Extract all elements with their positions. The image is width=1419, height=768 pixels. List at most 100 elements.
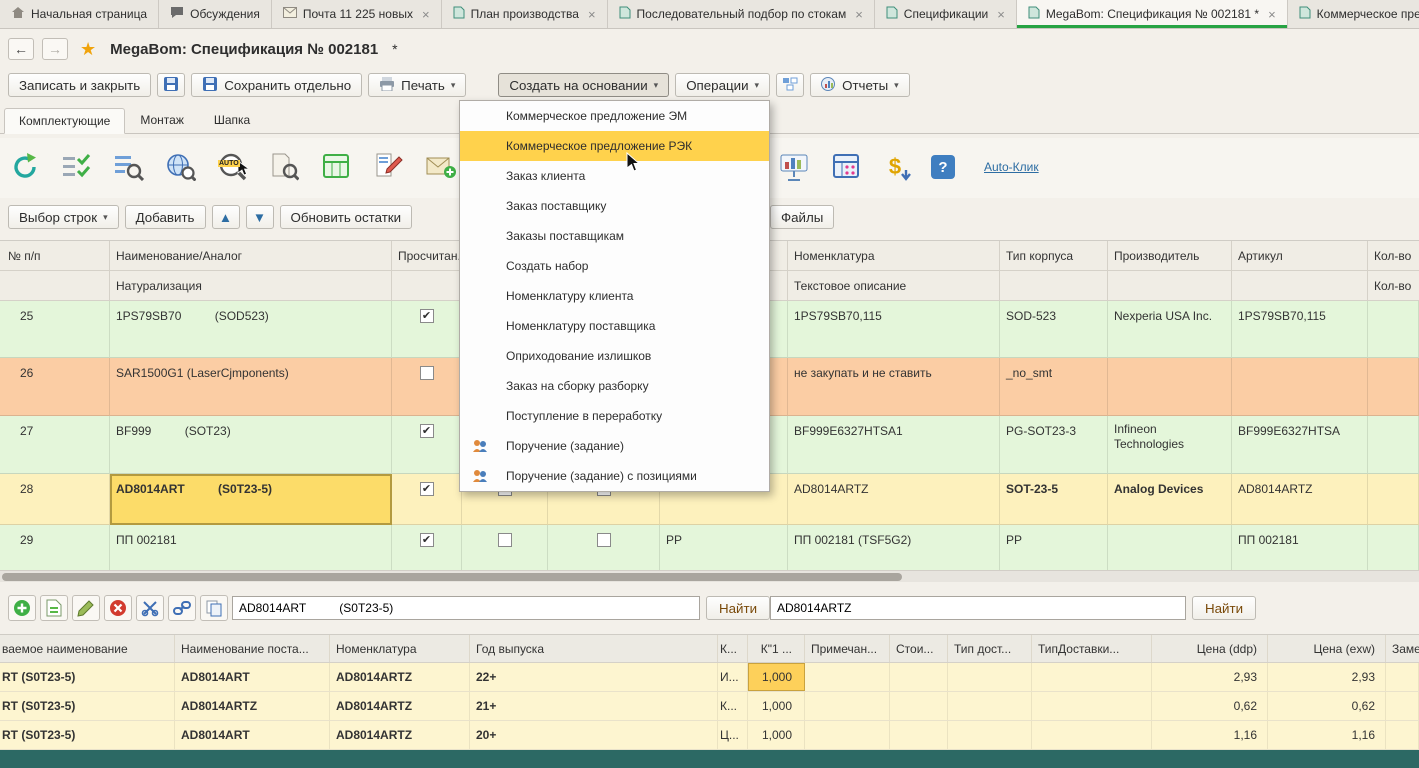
cell-replacement[interactable] (1386, 721, 1419, 749)
cell-delivery-type-2[interactable] (1032, 692, 1152, 720)
cell-flag-1[interactable] (462, 525, 548, 571)
tab-mail[interactable]: Почта 11 225 новых × (272, 0, 442, 28)
refresh-stocks-button[interactable]: Обновить остатки (280, 205, 413, 229)
cell-nomenclature[interactable]: AD8014ARTZ (330, 721, 470, 749)
close-icon[interactable]: × (422, 8, 430, 21)
col-header-supplier-name[interactable]: Наименование поста... (175, 635, 330, 662)
close-icon[interactable]: × (1268, 8, 1276, 21)
find-button-1[interactable]: Найти (706, 596, 770, 620)
cell-price-ddp[interactable]: 0,62 (1152, 692, 1268, 720)
cell-delivery-type[interactable] (948, 663, 1032, 691)
menu-item-create-set[interactable]: Создать набор (460, 251, 769, 281)
tab-discussions[interactable]: Обсуждения (159, 0, 272, 28)
cell-requested-name[interactable]: RT (S0T23-5) (0, 721, 175, 749)
checkbox[interactable] (420, 366, 434, 380)
files-button[interactable]: Файлы (770, 205, 834, 229)
col-header-name[interactable]: Наименование/Аналог (110, 241, 392, 270)
col-subheader[interactable] (1108, 271, 1232, 300)
cell-price-ddp[interactable]: 1,16 (1152, 721, 1268, 749)
menu-item-supplier-orders[interactable]: Заказы поставщикам (460, 221, 769, 251)
menu-item-supplier-nomenclature[interactable]: Номенклатуру поставщика (460, 311, 769, 341)
cell-name-selected[interactable]: AD8014ART (S0T23-5) (110, 474, 392, 525)
cell-note[interactable] (805, 663, 890, 691)
cell-manufacturer[interactable]: Analog Devices (1108, 474, 1232, 525)
horizontal-scrollbar[interactable] (0, 570, 1419, 582)
cell-case-type[interactable]: PP (1000, 525, 1108, 571)
cell-calculated[interactable]: ✔ (392, 474, 462, 525)
cell-k1[interactable]: 1,000 (748, 692, 805, 720)
col-header-num[interactable]: № п/п (0, 241, 110, 270)
cell-article[interactable] (1232, 358, 1368, 416)
cell-case-type[interactable]: PG-SOT23-3 (1000, 416, 1108, 474)
cell-year[interactable]: 22+ (470, 663, 718, 691)
col-subheader[interactable] (0, 271, 110, 300)
cell-qty[interactable] (1368, 474, 1419, 525)
col-header-article[interactable]: Артикул (1232, 241, 1368, 270)
cell-extra[interactable]: PP (660, 525, 788, 571)
menu-item-customer-order[interactable]: Заказ клиента (460, 161, 769, 191)
cell-supplier-name[interactable]: AD8014ART (175, 721, 330, 749)
cell-nomenclature[interactable]: не закупать и не ставить (788, 358, 1000, 416)
cell-k1[interactable]: 1,000 (748, 721, 805, 749)
cell-article[interactable]: ПП 002181 (1232, 525, 1368, 571)
move-up-button[interactable]: ▲ (212, 205, 240, 229)
cell-requested-name[interactable]: RT (S0T23-5) (0, 692, 175, 720)
tab-production-plan[interactable]: План производства × (442, 0, 608, 28)
save-button[interactable] (157, 73, 185, 97)
col-subheader[interactable] (1232, 271, 1368, 300)
cell-nomenclature[interactable]: AD8014ARTZ (330, 692, 470, 720)
col-subheader-qty[interactable]: Кол-во (1368, 271, 1419, 300)
checkbox[interactable]: ✔ (420, 309, 434, 323)
tab-montage[interactable]: Монтаж (125, 107, 199, 133)
checkbox[interactable]: ✔ (420, 424, 434, 438)
close-icon[interactable]: × (855, 8, 863, 21)
edit-document-icon[interactable] (372, 146, 406, 188)
cell-case-type[interactable]: _no_smt (1000, 358, 1108, 416)
cell-year[interactable]: 20+ (470, 721, 718, 749)
auto-search-icon[interactable]: AUTO (216, 146, 250, 188)
col-header-case-type[interactable]: Тип корпуса (1000, 241, 1108, 270)
cell-cost[interactable] (890, 721, 948, 749)
col-header-requested-name[interactable]: ваемое наименование (0, 635, 175, 662)
col-header-nomenclature[interactable]: Номенклатура (788, 241, 1000, 270)
table-row-29[interactable]: 29 ПП 002181 ✔ PP ПП 002181 (TSF5G2) PP … (0, 525, 1419, 571)
cell-price-ddp[interactable]: 2,93 (1152, 663, 1268, 691)
cell-manufacturer[interactable]: Infineon Technologies (1108, 416, 1232, 474)
col-subheader-naturalization[interactable]: Натурализация (110, 271, 392, 300)
operations-button[interactable]: Операции ▾ (675, 73, 770, 97)
close-icon[interactable]: × (997, 8, 1005, 21)
checkbox[interactable]: ✔ (420, 482, 434, 496)
checkbox[interactable]: ✔ (420, 533, 434, 547)
col-header-k1[interactable]: К"1 ... (748, 635, 805, 662)
refresh-icon[interactable] (8, 146, 42, 188)
print-button[interactable]: Печать ▾ (368, 73, 466, 97)
cell-calculated[interactable] (392, 358, 462, 416)
cell-name[interactable]: SAR1500G1 (LaserCjmponents) (110, 358, 392, 416)
cell-manufacturer[interactable] (1108, 358, 1232, 416)
cell-price-exw[interactable]: 1,16 (1268, 721, 1386, 749)
col-header-price-ddp[interactable]: Цена (ddp) (1152, 635, 1268, 662)
link-icon[interactable] (168, 595, 196, 621)
menu-item-supplier-order[interactable]: Заказ поставщику (460, 191, 769, 221)
cell-note[interactable] (805, 692, 890, 720)
cell-calculated[interactable]: ✔ (392, 416, 462, 474)
tab-commercial-offer[interactable]: Коммерческое предложение (1288, 0, 1419, 28)
menu-item-commercial-offer-rek[interactable]: Коммерческое предложение РЭК (460, 131, 769, 161)
col-header-note[interactable]: Примечан... (805, 635, 890, 662)
col-header-qty[interactable]: Кол-во (1368, 241, 1419, 270)
cell-article[interactable]: 1PS79SB70,115 (1232, 301, 1368, 358)
forward-button[interactable]: → (42, 38, 68, 60)
tab-home[interactable]: Начальная страница (0, 0, 159, 28)
search-rows-icon[interactable] (112, 146, 146, 188)
component-search-input[interactable] (232, 596, 700, 620)
col-subheader[interactable] (1000, 271, 1108, 300)
auto-click-link[interactable]: Auto-Клик (984, 160, 1039, 174)
offer-row-1[interactable]: RT (S0T23-5) AD8014ART AD8014ARTZ 22+ И.… (0, 663, 1419, 692)
tab-components[interactable]: Комплектующие (4, 108, 125, 134)
close-icon[interactable]: × (588, 8, 596, 21)
cell-k[interactable]: И... (718, 663, 748, 691)
col-header-delivery-type-2[interactable]: ТипДоставки... (1032, 635, 1152, 662)
globe-search-icon[interactable] (164, 146, 198, 188)
save-and-close-button[interactable]: Записать и закрыть (8, 73, 151, 97)
cell-qty[interactable] (1368, 416, 1419, 474)
